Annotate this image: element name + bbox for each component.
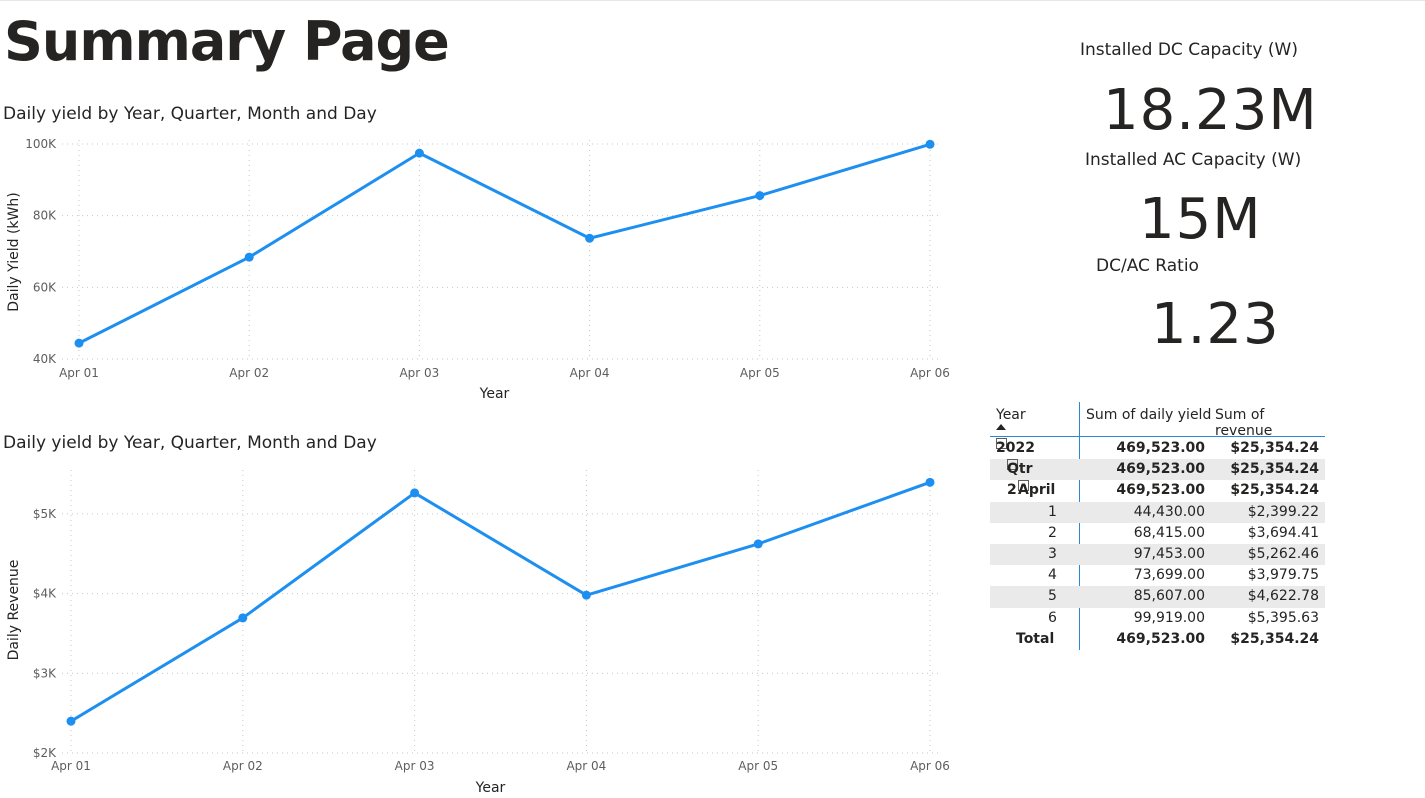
row-yield: 85,607.00 xyxy=(1133,588,1205,605)
sort-ascending-icon[interactable] xyxy=(996,424,1006,430)
row-revenue: $4,622.78 xyxy=(1247,588,1319,605)
row-label: 2022 xyxy=(996,440,1035,456)
row-yield: 469,523.00 xyxy=(1116,440,1205,456)
y-tick-label: $4K xyxy=(33,587,57,601)
header-revenue[interactable]: Sum of revenue xyxy=(1215,407,1325,439)
row-yield: 73,699.00 xyxy=(1133,567,1205,584)
y-tick-label: $2K xyxy=(33,746,57,760)
row-revenue: $3,979.75 xyxy=(1247,567,1319,584)
x-tick-label: Apr 06 xyxy=(910,759,950,773)
row-revenue: $25,354.24 xyxy=(1230,440,1319,456)
x-tick-label: Apr 02 xyxy=(229,366,269,380)
x-tick-label: Apr 03 xyxy=(395,759,435,773)
data-point xyxy=(755,191,765,201)
matrix-row-day[interactable]: 4 73,699.00 $3,979.75 xyxy=(990,565,1325,586)
matrix-row-day[interactable]: 5 85,607.00 $4,622.78 xyxy=(990,586,1325,608)
row-yield: 99,919.00 xyxy=(1133,609,1205,626)
x-axis-title: Year xyxy=(475,780,506,796)
dc-capacity-value: 18.23M xyxy=(1103,78,1318,143)
row-label: Total xyxy=(1016,630,1055,647)
row-label: 2 xyxy=(1048,524,1057,541)
row-label: 5 xyxy=(1048,588,1057,605)
row-label: 4 xyxy=(1048,567,1057,584)
y-tick-label: $3K xyxy=(33,666,57,680)
row-yield: 97,453.00 xyxy=(1133,545,1205,562)
top-border xyxy=(0,0,1425,1)
row-yield: 44,430.00 xyxy=(1133,503,1205,520)
dc-ac-ratio-value: 1.23 xyxy=(1151,292,1280,357)
chart-title-revenue: Daily yield by Year, Quarter, Month and … xyxy=(3,433,377,453)
data-point xyxy=(925,477,935,487)
ac-capacity-value: 15M xyxy=(1139,187,1262,252)
row-label: 3 xyxy=(1048,545,1057,562)
data-point xyxy=(925,139,935,149)
row-revenue: $25,354.24 xyxy=(1230,482,1319,499)
row-revenue: $5,395.63 xyxy=(1247,609,1319,626)
header-yield[interactable]: Sum of daily yield xyxy=(1086,407,1211,423)
page-title: Summary Page xyxy=(4,10,450,73)
data-point xyxy=(244,252,254,262)
y-tick-label: 60K xyxy=(33,280,57,294)
yield-line-chart[interactable]: 40K 60K 80K 100K Apr 01 Apr 02 Apr 03 Apr 04 Apr… xyxy=(0,130,960,405)
x-tick-label: Apr 01 xyxy=(51,759,91,773)
x-axis-title: Year xyxy=(479,386,510,402)
header-year[interactable]: Year xyxy=(996,407,1026,423)
x-tick-label: Apr 03 xyxy=(399,366,439,380)
x-tick-label: Apr 04 xyxy=(566,759,606,773)
matrix-row-year[interactable]: 2022 469,523.00 $25,354.24 xyxy=(990,438,1325,459)
data-point xyxy=(585,233,595,243)
row-revenue: $25,354.24 xyxy=(1230,630,1319,647)
row-yield: 469,523.00 xyxy=(1116,482,1205,499)
matrix-row-day[interactable]: 2 68,415.00 $3,694.41 xyxy=(990,523,1325,544)
row-revenue: $25,354.24 xyxy=(1230,461,1319,478)
row-revenue: $5,262.46 xyxy=(1247,545,1319,562)
y-axis-title: Daily Revenue xyxy=(6,560,22,661)
matrix-row-day[interactable]: 6 99,919.00 $5,395.63 xyxy=(990,608,1325,629)
revenue-line-chart[interactable]: $2K $3K $4K $5K Apr 01 Apr 02 Apr 03 Apr 04 Apr … xyxy=(0,460,960,798)
row-revenue: $3,694.41 xyxy=(1247,524,1319,541)
data-point xyxy=(238,613,248,623)
dc-ac-ratio-label: DC/AC Ratio xyxy=(1096,256,1199,276)
data-point xyxy=(581,590,591,600)
row-yield: 469,523.00 xyxy=(1116,461,1205,478)
matrix-row-day[interactable]: 3 97,453.00 $5,262.46 xyxy=(990,543,1325,566)
data-point xyxy=(410,488,420,498)
matrix-row-month[interactable]: April 469,523.00 $25,354.24 xyxy=(990,480,1325,501)
data-point xyxy=(753,539,763,549)
row-label: 6 xyxy=(1048,609,1057,626)
matrix-row-quarter[interactable]: Qtr 2 469,523.00 $25,354.24 xyxy=(990,459,1325,498)
x-tick-label: Apr 05 xyxy=(740,366,780,380)
row-yield: 469,523.00 xyxy=(1116,630,1205,647)
ac-capacity-label: Installed AC Capacity (W) xyxy=(1085,150,1302,170)
row-label: April xyxy=(1018,482,1056,499)
x-tick-label: Apr 06 xyxy=(910,366,950,380)
data-point xyxy=(74,338,84,348)
matrix-body: 2022 469,523.00 $25,354.24 Qtr 2 469,523… xyxy=(990,402,1325,650)
matrix-header: Year Sum of daily yield Sum of revenue xyxy=(990,400,1325,439)
y-tick-label: $5K xyxy=(33,507,57,521)
x-tick-label: Apr 05 xyxy=(738,759,778,773)
row-revenue: $2,399.22 xyxy=(1247,503,1319,520)
series-line xyxy=(70,480,931,723)
x-tick-label: Apr 02 xyxy=(223,759,263,773)
y-tick-label: 40K xyxy=(33,352,57,366)
x-tick-label: Apr 04 xyxy=(570,366,610,380)
dc-capacity-label: Installed DC Capacity (W) xyxy=(1080,40,1298,60)
y-axis-title: Daily Yield (kWh) xyxy=(6,192,22,311)
summary-matrix[interactable]: Year Sum of daily yield Sum of revenue 2… xyxy=(990,400,1325,650)
row-yield: 68,415.00 xyxy=(1133,524,1205,541)
matrix-row-total[interactable]: Total 469,523.00 $25,354.24 xyxy=(990,629,1325,650)
data-point xyxy=(66,716,76,726)
series-line xyxy=(78,142,931,345)
row-label: 1 xyxy=(1048,503,1057,520)
data-point xyxy=(414,148,424,158)
x-tick-label: Apr 01 xyxy=(59,366,99,380)
chart-title-yield: Daily yield by Year, Quarter, Month and … xyxy=(3,104,377,124)
matrix-row-day[interactable]: 1 44,430.00 $2,399.22 xyxy=(990,501,1325,523)
y-tick-label: 80K xyxy=(33,209,57,223)
y-tick-label: 100K xyxy=(25,137,57,151)
